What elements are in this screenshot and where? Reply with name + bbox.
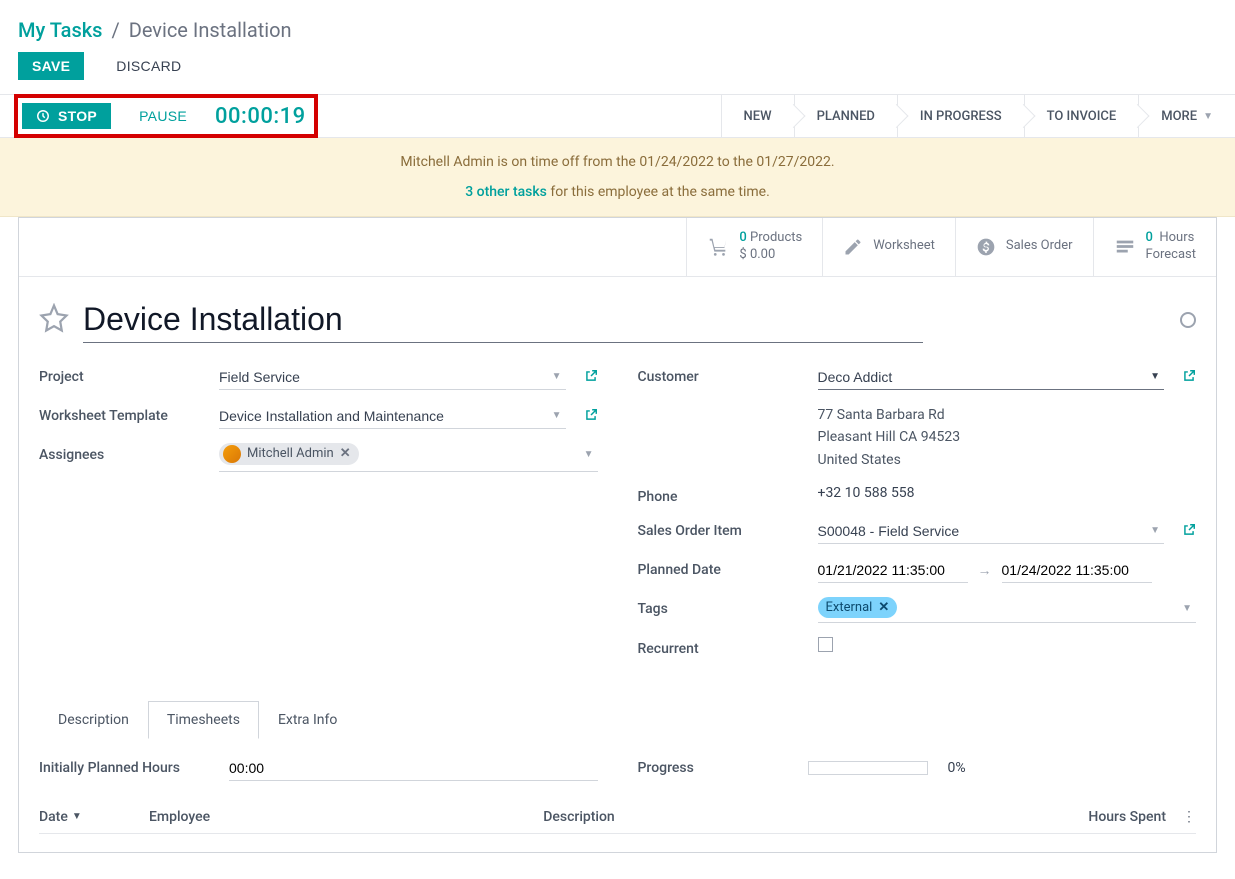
clock-icon bbox=[36, 109, 50, 123]
dollar-icon bbox=[976, 237, 996, 257]
recurrent-checkbox[interactable] bbox=[818, 637, 833, 652]
control-bar: STOP PAUSE 00:00:19 NEW PLANNED IN PROGR… bbox=[0, 94, 1235, 138]
stat-buttons: 0 Products$ 0.00 Worksheet Sales Order 0… bbox=[19, 218, 1216, 277]
breadcrumb-current: Device Installation bbox=[129, 18, 292, 42]
breadcrumb-separator: / bbox=[111, 18, 119, 42]
stage-new[interactable]: NEW bbox=[721, 95, 794, 137]
form-grid: Project ▼ Worksheet Template ▼ Assignees… bbox=[19, 355, 1216, 701]
cart-icon bbox=[707, 236, 729, 258]
stage-bar: NEW PLANNED IN PROGRESS TO INVOICE MORE▼ bbox=[721, 95, 1235, 137]
title-row bbox=[19, 277, 1216, 355]
label-project: Project bbox=[39, 365, 209, 385]
progress-bar bbox=[808, 761, 928, 775]
date-to-input[interactable] bbox=[1002, 558, 1152, 583]
assignee-tag[interactable]: Mitchell Admin ✕ bbox=[219, 443, 359, 465]
label-progress: Progress bbox=[638, 760, 788, 776]
action-row: SAVE DISCARD bbox=[0, 52, 1235, 94]
tab-content-timesheets: Initially Planned Hours Progress 0% Date… bbox=[19, 738, 1216, 852]
tab-extra-info[interactable]: Extra Info bbox=[259, 701, 356, 739]
arrow-right-icon: → bbox=[978, 562, 992, 579]
timer-highlight: STOP PAUSE 00:00:19 bbox=[14, 94, 318, 138]
label-assignees: Assignees bbox=[39, 443, 209, 463]
pause-button[interactable]: PAUSE bbox=[125, 102, 201, 130]
customer-address: 77 Santa Barbara Rd Pleasant Hill CA 945… bbox=[818, 404, 961, 471]
breadcrumb-parent[interactable]: My Tasks bbox=[18, 18, 102, 42]
customer-input[interactable] bbox=[818, 365, 1165, 390]
caret-down-icon: ▼ bbox=[584, 449, 594, 460]
save-button[interactable]: SAVE bbox=[18, 52, 84, 80]
stage-more[interactable]: MORE▼ bbox=[1138, 95, 1235, 137]
pencil-icon bbox=[843, 237, 863, 257]
avatar-icon bbox=[223, 445, 241, 463]
timer-display: 00:00:19 bbox=[215, 104, 306, 129]
remove-assignee-icon[interactable]: ✕ bbox=[340, 446, 351, 461]
stat-sales-order[interactable]: Sales Order bbox=[955, 218, 1093, 276]
label-recurrent: Recurrent bbox=[638, 637, 808, 657]
other-tasks-link[interactable]: 3 other tasks bbox=[465, 184, 547, 200]
stage-planned[interactable]: PLANNED bbox=[794, 95, 897, 137]
date-from-input[interactable] bbox=[818, 558, 968, 583]
star-icon[interactable] bbox=[39, 303, 69, 337]
col-employee[interactable]: Employee bbox=[149, 809, 543, 825]
remove-tag-icon[interactable]: ✕ bbox=[878, 600, 889, 615]
breadcrumb: My Tasks / Device Installation bbox=[0, 0, 1235, 52]
tag-external[interactable]: External ✕ bbox=[818, 597, 898, 618]
stat-products[interactable]: 0 Products$ 0.00 bbox=[686, 218, 822, 276]
tab-description[interactable]: Description bbox=[39, 701, 148, 739]
label-phone: Phone bbox=[638, 485, 808, 505]
form-sheet: 0 Products$ 0.00 Worksheet Sales Order 0… bbox=[18, 217, 1217, 853]
phone-value: +32 10 588 558 bbox=[818, 485, 915, 501]
caret-down-icon: ▼ bbox=[1182, 603, 1192, 614]
stat-worksheet[interactable]: Worksheet bbox=[822, 218, 955, 276]
label-planned-hours: Initially Planned Hours bbox=[39, 760, 209, 776]
col-date[interactable]: Date ▼ bbox=[39, 809, 149, 825]
tab-timesheets[interactable]: Timesheets bbox=[148, 701, 259, 739]
col-hours[interactable]: Hours Spent bbox=[1036, 809, 1166, 825]
worksheet-template-input[interactable] bbox=[219, 404, 566, 429]
stat-forecast[interactable]: 0 HoursForecast bbox=[1093, 218, 1216, 276]
label-sales-order-item: Sales Order Item bbox=[638, 519, 808, 539]
table-menu-icon[interactable]: ⋮ bbox=[1166, 809, 1196, 825]
task-title-input[interactable] bbox=[83, 297, 923, 343]
list-icon bbox=[1114, 236, 1136, 258]
planned-hours-input[interactable] bbox=[229, 756, 598, 781]
progress-value: 0% bbox=[948, 760, 966, 776]
project-input[interactable] bbox=[219, 365, 566, 390]
label-customer: Customer bbox=[638, 365, 808, 385]
sales-order-item-input[interactable] bbox=[818, 519, 1165, 544]
stop-button[interactable]: STOP bbox=[22, 103, 111, 129]
sort-caret-icon: ▼ bbox=[72, 811, 82, 822]
stage-in-progress[interactable]: IN PROGRESS bbox=[897, 95, 1024, 137]
label-worksheet-template: Worksheet Template bbox=[39, 404, 209, 424]
label-tags: Tags bbox=[638, 597, 808, 617]
so-external-link[interactable] bbox=[1182, 519, 1196, 541]
col-description[interactable]: Description bbox=[543, 809, 1036, 825]
caret-down-icon: ▼ bbox=[1203, 111, 1213, 122]
alert-banner: Mitchell Admin is on time off from the 0… bbox=[0, 138, 1235, 217]
tab-bar: Description Timesheets Extra Info bbox=[19, 701, 1216, 738]
customer-external-link[interactable] bbox=[1182, 365, 1196, 387]
timesheet-table-header: Date ▼ Employee Description Hours Spent … bbox=[39, 801, 1196, 834]
stage-to-invoice[interactable]: TO INVOICE bbox=[1024, 95, 1139, 137]
worksheet-external-link[interactable] bbox=[584, 404, 598, 426]
project-external-link[interactable] bbox=[584, 365, 598, 387]
label-planned-date: Planned Date bbox=[638, 558, 808, 578]
priority-toggle[interactable] bbox=[1180, 312, 1196, 328]
discard-button[interactable]: DISCARD bbox=[102, 52, 195, 80]
